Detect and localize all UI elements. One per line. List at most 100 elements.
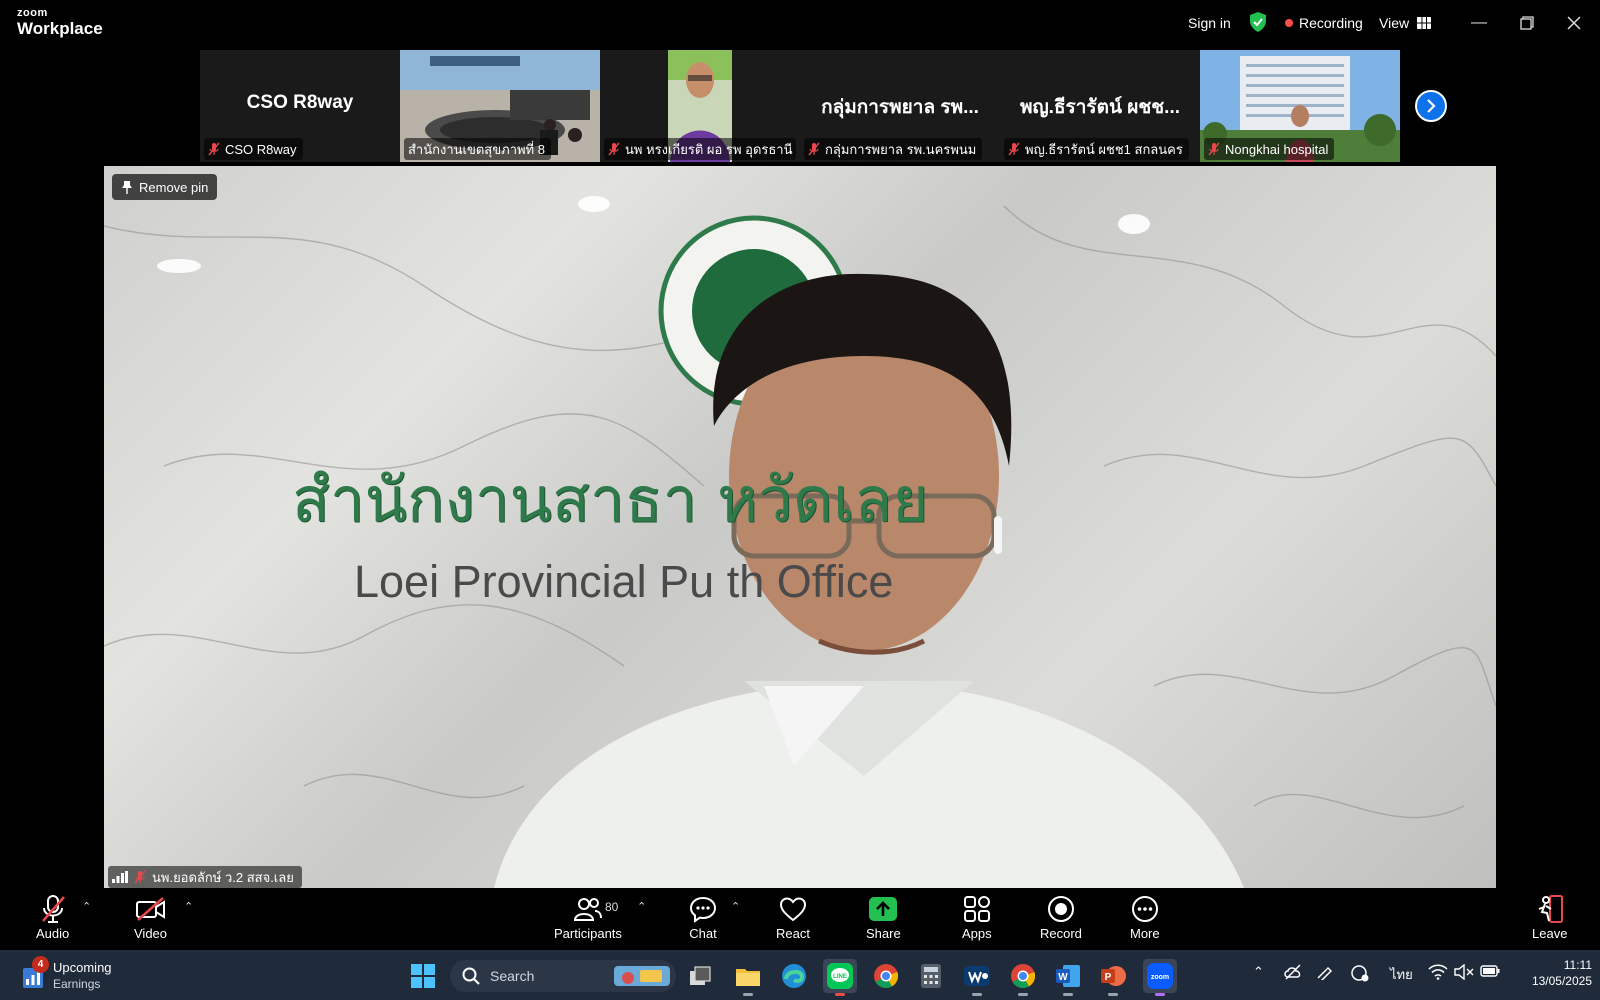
accessibility-status-icon[interactable] bbox=[1350, 964, 1370, 985]
speaker-muted-icon[interactable] bbox=[1454, 963, 1474, 983]
speaker-label: นพ.ยอดลักษ์ ว.2 สสจ.เลย bbox=[108, 866, 302, 888]
restore-icon[interactable] bbox=[1514, 10, 1540, 36]
view-label: View bbox=[1379, 15, 1410, 31]
notification-badge: 4 bbox=[32, 956, 49, 973]
powerpoint-icon[interactable]: P bbox=[1096, 959, 1130, 996]
video-off-icon bbox=[135, 897, 165, 921]
mic-muted-icon bbox=[41, 895, 65, 923]
windows-taskbar: 4 Upcoming Earnings Search LINE W P zoom… bbox=[0, 950, 1600, 1000]
participant-thumbnail[interactable]: นพ หรงเกียรติ ผอ รพ อุดรธานี bbox=[600, 50, 800, 162]
participant-name: กลุ่มการพยาล รพ.นครพนม bbox=[825, 141, 977, 157]
react-label: React bbox=[776, 926, 810, 941]
clock-date: 13/05/2025 bbox=[1531, 974, 1592, 988]
mic-muted-icon bbox=[1008, 142, 1020, 156]
edge-browser-icon[interactable] bbox=[777, 959, 811, 993]
chat-label: Chat bbox=[689, 926, 717, 941]
webex-icon[interactable] bbox=[960, 959, 994, 996]
wifi-icon[interactable] bbox=[1428, 964, 1448, 983]
record-button[interactable]: Record bbox=[1040, 894, 1082, 946]
meeting-toolbar: Audio ⌃ Video ⌃ Participants 80 ⌃ Chat ⌃… bbox=[0, 888, 1600, 950]
line-app-icon[interactable]: LINE bbox=[823, 959, 857, 996]
apps-button[interactable]: Apps bbox=[962, 894, 992, 946]
video-button[interactable]: Video bbox=[134, 894, 167, 946]
chat-icon bbox=[689, 896, 717, 923]
share-button[interactable]: Share bbox=[866, 894, 901, 946]
system-clock[interactable]: 11:11 13/05/2025 bbox=[1512, 957, 1592, 989]
svg-text:W: W bbox=[1058, 972, 1068, 983]
input-language-indicator[interactable]: ไทย bbox=[1390, 964, 1413, 985]
onedrive-offline-icon[interactable] bbox=[1283, 964, 1303, 983]
speaker-name: นพ.ยอดลักษ์ ว.2 สสจ.เลย bbox=[152, 869, 294, 885]
heart-icon bbox=[779, 897, 806, 922]
running-indicator bbox=[743, 993, 753, 996]
minimize-icon[interactable]: — bbox=[1466, 10, 1492, 36]
participant-thumbnail-strip: CSO R8way CSO R8way สำนักงานเขตสุขภาพที่… bbox=[200, 50, 1400, 162]
encryption-shield-icon[interactable] bbox=[1248, 11, 1268, 33]
participant-display-name: พญ.ธีรารัตน์ ผชช... bbox=[1019, 97, 1181, 118]
participant-name: นพ หรงเกียรติ ผอ รพ อุดรธานี bbox=[625, 141, 793, 157]
logo-line1: zoom bbox=[17, 7, 48, 19]
chrome-icon[interactable] bbox=[869, 959, 903, 993]
apps-icon bbox=[963, 896, 990, 922]
more-button[interactable]: More bbox=[1130, 894, 1160, 946]
widgets-button[interactable]: 4 Upcoming Earnings bbox=[22, 956, 162, 994]
recording-dot-icon bbox=[1285, 19, 1293, 27]
participant-name: Nongkhai hospital bbox=[1225, 141, 1329, 157]
leave-button[interactable]: Leave bbox=[1532, 894, 1567, 946]
recording-label: Recording bbox=[1299, 15, 1363, 31]
grid-view-icon bbox=[1417, 17, 1432, 29]
close-icon[interactable] bbox=[1561, 10, 1587, 36]
chevron-right-icon bbox=[1427, 99, 1436, 113]
audio-label: Audio bbox=[36, 926, 70, 941]
view-button[interactable]: View bbox=[1379, 12, 1432, 34]
battery-icon[interactable] bbox=[1480, 964, 1500, 981]
participant-label: CSO R8way bbox=[204, 138, 303, 160]
search-highlight-icon bbox=[614, 966, 670, 986]
sign-english-text: Loei Provincial Pu th Office bbox=[354, 556, 894, 607]
windows-start-icon[interactable] bbox=[406, 959, 440, 993]
audio-button[interactable]: Audio bbox=[36, 894, 69, 946]
mic-muted-icon bbox=[208, 142, 220, 156]
more-icon bbox=[1131, 896, 1158, 922]
participant-label: นพ หรงเกียรติ ผอ รพ อุดรธานี bbox=[604, 138, 796, 160]
share-label: Share bbox=[866, 926, 901, 941]
remove-pin-label: Remove pin bbox=[139, 179, 209, 195]
participants-options-caret-icon[interactable]: ⌃ bbox=[637, 900, 646, 913]
react-button[interactable]: React bbox=[776, 894, 810, 946]
calculator-icon[interactable] bbox=[914, 959, 948, 993]
participant-thumbnail[interactable]: พญ.ธีรารัตน์ ผชช... พญ.ธีรารัตน์ ผชช1 สก… bbox=[1000, 50, 1200, 162]
participant-thumbnail[interactable]: CSO R8way CSO R8way bbox=[200, 50, 400, 162]
participants-label: Participants bbox=[554, 926, 622, 941]
participant-label: กลุ่มการพยาล รพ.นครพนม bbox=[804, 138, 983, 160]
participant-thumbnail[interactable]: กลุ่มการพยาล รพ... กลุ่มการพยาล รพ.นครพน… bbox=[800, 50, 1000, 162]
record-label: Record bbox=[1040, 926, 1082, 941]
running-indicator bbox=[1108, 993, 1118, 996]
svg-text:P: P bbox=[1105, 972, 1112, 983]
participant-name: พญ.ธีรารัตน์ ผชช1 สกลนคร bbox=[1025, 141, 1183, 157]
pen-input-icon[interactable] bbox=[1316, 964, 1336, 983]
chat-button[interactable]: Chat bbox=[689, 894, 717, 946]
taskbar-search-box[interactable]: Search bbox=[450, 960, 676, 992]
participant-name: CSO R8way bbox=[225, 141, 297, 157]
file-explorer-icon[interactable] bbox=[731, 959, 765, 996]
word-icon[interactable]: W bbox=[1051, 959, 1085, 996]
recording-indicator[interactable]: Recording bbox=[1285, 12, 1363, 34]
task-view-icon[interactable] bbox=[683, 959, 717, 993]
show-hidden-icons-chevron-icon[interactable]: ⌃ bbox=[1253, 964, 1264, 980]
leave-icon bbox=[1538, 895, 1563, 923]
participant-thumbnail[interactable]: สำนักงานเขตสุขภาพที่ 8 bbox=[400, 50, 600, 162]
signal-strength-icon bbox=[112, 871, 128, 883]
next-page-button[interactable] bbox=[1415, 90, 1447, 122]
participants-count: 80 bbox=[605, 900, 619, 914]
search-icon bbox=[462, 967, 480, 985]
chrome-profile-icon[interactable] bbox=[1006, 959, 1040, 996]
remove-pin-button[interactable]: Remove pin bbox=[112, 174, 218, 200]
sign-in-button[interactable]: Sign in bbox=[1188, 12, 1231, 34]
participant-thumbnail[interactable]: Nongkhai hospital bbox=[1200, 50, 1400, 162]
zoom-app-icon[interactable]: zoom bbox=[1143, 959, 1177, 996]
widget-title: Upcoming bbox=[53, 960, 112, 975]
video-options-caret-icon[interactable]: ⌃ bbox=[184, 900, 193, 913]
chat-options-caret-icon[interactable]: ⌃ bbox=[731, 900, 740, 913]
audio-options-caret-icon[interactable]: ⌃ bbox=[82, 900, 91, 913]
mic-muted-icon bbox=[134, 870, 146, 884]
